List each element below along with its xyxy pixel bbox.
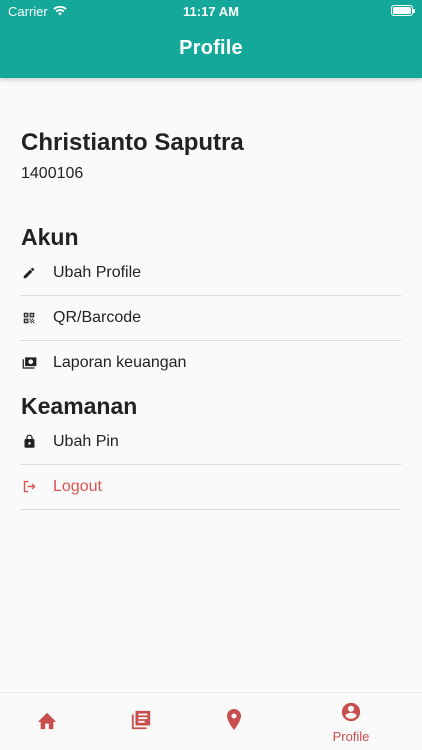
lock-icon [21, 434, 37, 450]
logout-button[interactable]: Logout [21, 464, 401, 509]
home-icon [36, 710, 58, 735]
nav-location[interactable] [199, 693, 269, 750]
money-report-icon [21, 355, 37, 371]
menu-item-label: Ubah Pin [53, 432, 119, 450]
menu-item-label: Laporan keuangan [53, 353, 187, 371]
menu-item-label: QR/Barcode [53, 308, 142, 326]
app-header: Carrier 11:17 AM Profile [0, 0, 422, 78]
menu-item-label: Ubah Profile [53, 263, 142, 281]
pencil-icon [21, 265, 37, 281]
profile-screen: Carrier 11:17 AM Profile Christianto Sap… [0, 0, 422, 750]
menu-item-qr-barcode[interactable]: QR/Barcode [21, 295, 401, 340]
profile-icon [340, 701, 362, 728]
bottom-nav: Profile [0, 692, 422, 750]
divider [21, 509, 401, 510]
nav-profile[interactable]: Profile [316, 693, 386, 750]
status-bar: Carrier 11:17 AM [0, 0, 422, 22]
section-title-account: Akun [21, 224, 79, 250]
user-id: 1400106 [21, 165, 84, 182]
page-title: Profile [179, 37, 243, 59]
section-title-security: Keamanan [21, 393, 138, 419]
qr-code-icon [21, 310, 37, 326]
nav-profile-label: Profile [332, 728, 370, 744]
nav-home[interactable] [12, 693, 82, 750]
news-icon [130, 709, 152, 736]
battery-icon [391, 5, 415, 16]
status-time: 11:17 AM [183, 4, 239, 19]
menu-item-financial-report[interactable]: Laporan keuangan [21, 340, 401, 385]
user-name: Christianto Saputra [21, 129, 244, 156]
menu-item-label: Logout [53, 477, 102, 495]
menu-item-edit-profile[interactable]: Ubah Profile [21, 250, 401, 295]
logout-icon [21, 479, 37, 495]
nav-news[interactable] [106, 693, 176, 750]
menu-item-change-pin[interactable]: Ubah Pin [21, 419, 401, 464]
location-pin-icon [225, 708, 243, 737]
